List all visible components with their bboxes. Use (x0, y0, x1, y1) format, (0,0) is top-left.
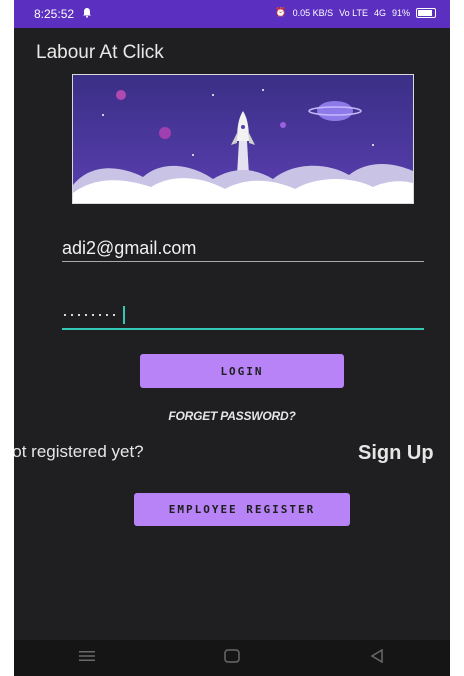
status-bar: 8:25:52 ⏰ 0.05 KB/S Vo LTE 4G 91% (14, 0, 450, 28)
menu-icon[interactable] (57, 649, 117, 667)
network-speed: 0.05 KB/S (292, 7, 334, 18)
battery-percent: 91% (391, 7, 410, 18)
not-registered-text: Not registered yet? (14, 442, 144, 461)
password-underline (62, 328, 424, 330)
app-title: Labour At Click (36, 42, 164, 63)
signal-label: 4G (373, 7, 386, 18)
back-icon[interactable] (347, 648, 407, 668)
battery-icon (416, 7, 436, 18)
password-value: ········ (62, 304, 118, 324)
alarm-icon: ⏰ (275, 7, 287, 17)
text-cursor (122, 306, 125, 325)
volte-label: Vo LTE (339, 7, 368, 18)
phone-screen: 8:25:52 ⏰ 0.05 KB/S Vo LTE 4G 91% Labour… (14, 0, 450, 676)
bell-icon (82, 7, 92, 21)
email-underline (62, 261, 424, 262)
system-nav-bar (14, 640, 450, 676)
home-icon[interactable] (202, 648, 262, 668)
email-value: adi2@gmail.com (62, 238, 197, 258)
employee-register-button[interactable]: EMPLOYEE REGISTER (134, 493, 350, 526)
password-field[interactable]: ········ (62, 304, 424, 330)
login-button[interactable]: LOGIN (140, 354, 344, 388)
forget-password-link[interactable]: FORGET PASSWORD? (14, 409, 450, 423)
sign-up-link[interactable]: Sign Up (358, 442, 434, 465)
hero-image-rocket (72, 74, 414, 204)
status-time: 8:25:52 (34, 7, 75, 21)
email-field[interactable]: adi2@gmail.com (62, 238, 424, 262)
